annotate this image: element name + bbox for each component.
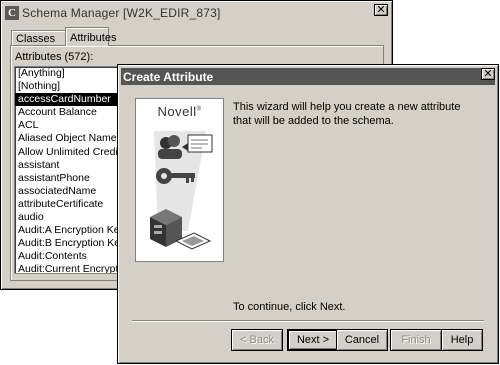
- schema-manager-app-icon: C: [5, 6, 19, 20]
- wizard-illustration: Novell®: [135, 98, 224, 262]
- cancel-button[interactable]: Cancel: [336, 329, 388, 351]
- attribute-list-item[interactable]: assistant: [15, 159, 121, 172]
- attribute-list-item[interactable]: associatedName: [15, 185, 121, 198]
- attribute-list-item[interactable]: Audit:Contents: [15, 250, 121, 263]
- attribute-list-item[interactable]: Audit:A Encryption Key: [15, 224, 121, 237]
- create-attribute-titlebar[interactable]: Create Attribute: [121, 68, 495, 85]
- create-attribute-dialog: Create Attribute ✕ Novell® This wizard w…: [117, 64, 499, 364]
- finish-button[interactable]: Finish: [390, 329, 442, 351]
- attribute-list-item[interactable]: [Nothing]: [15, 80, 121, 93]
- next-button[interactable]: Next >: [287, 329, 339, 351]
- schema-manager-titlebar[interactable]: C Schema Manager [W2K_EDIR_873]: [4, 4, 389, 22]
- attribute-list-item[interactable]: Allow Unlimited Credit: [15, 146, 121, 159]
- attributes-count-label: Attributes (572):: [15, 51, 94, 63]
- create-attribute-title: Create Attribute: [123, 69, 214, 84]
- novell-logo-text: Novell: [157, 104, 197, 119]
- attributes-listbox[interactable]: [Anything] [Nothing] accessCardNumber Accou…: [14, 66, 122, 274]
- attribute-list-item[interactable]: [Anything]: [15, 67, 121, 80]
- help-button[interactable]: Help: [441, 329, 483, 351]
- attribute-list-item[interactable]: Account Balance: [15, 106, 121, 119]
- attribute-list-item[interactable]: Audit:Current Encryption: [15, 263, 121, 273]
- attribute-list-item[interactable]: accessCardNumber: [15, 93, 121, 107]
- wizard-continue-text: To continue, click Next.: [233, 301, 346, 313]
- attribute-list-item[interactable]: Audit:B Encryption Key: [15, 237, 121, 250]
- wizard-intro-text: This wizard will help you create a new a…: [233, 101, 461, 127]
- novell-logo-mark: ®: [196, 106, 202, 113]
- create-attribute-close-icon[interactable]: ✕: [481, 68, 495, 80]
- tab-classes[interactable]: Classes: [11, 30, 66, 46]
- back-button[interactable]: < Back: [231, 329, 283, 351]
- novell-logo: Novell®: [136, 104, 223, 119]
- wizard-art: [150, 131, 213, 250]
- attribute-list-item[interactable]: audio: [15, 211, 121, 224]
- tab-attributes[interactable]: Attributes: [65, 27, 116, 46]
- attribute-list-item[interactable]: assistantPhone: [15, 172, 121, 185]
- attribute-list-item[interactable]: attributeCertificate: [15, 198, 121, 211]
- attribute-list-item[interactable]: Aliased Object Name: [15, 132, 121, 145]
- schema-manager-title: Schema Manager [W2K_EDIR_873]: [22, 6, 221, 20]
- schema-manager-close-icon[interactable]: ✕: [374, 4, 388, 16]
- dialog-separator: [132, 320, 484, 322]
- attribute-list-item[interactable]: ACL: [15, 119, 121, 132]
